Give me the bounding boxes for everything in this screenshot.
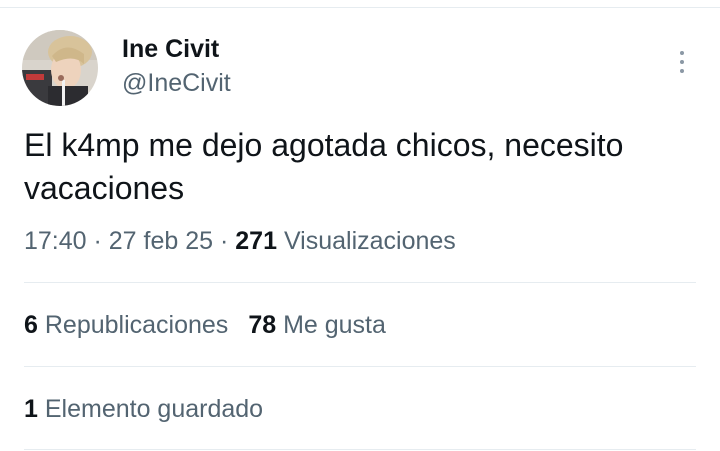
top-divider [0, 7, 720, 8]
display-name[interactable]: Ine Civit [122, 34, 219, 64]
tweet-meta: 17:40 · 27 feb 25 · 271 Visualizaciones [24, 224, 456, 258]
tweet-text-line: El k4mp me dejo agotada chicos, necesito [24, 127, 624, 163]
profile-photo [22, 30, 98, 106]
views-label: Visualizaciones [283, 227, 456, 255]
likes-stat[interactable]: 78 Me gusta [248, 311, 386, 339]
meta-separator: · [213, 227, 236, 255]
likes-label: Me gusta [283, 311, 386, 339]
views-count: 271 [235, 227, 277, 255]
more-vertical-icon[interactable] [670, 46, 694, 78]
divider [24, 449, 696, 450]
tweet-text: El k4mp me dejo agotada chicos, necesito… [24, 124, 704, 210]
engagement-stats: 6 Republicaciones 78 Me gusta [24, 308, 386, 342]
divider [24, 366, 696, 367]
reposts-stat[interactable]: 6 Republicaciones [24, 311, 228, 339]
avatar[interactable] [22, 30, 98, 106]
bookmark-stats: 1 Elemento guardado [24, 392, 263, 426]
divider [24, 282, 696, 283]
tweet-detail: Ine Civit @IneCivit El k4mp me dejo agot… [0, 0, 720, 451]
dot [680, 51, 684, 55]
bookmarks-label: Elemento guardado [44, 395, 264, 423]
likes-count: 78 [248, 311, 277, 339]
tweet-time[interactable]: 17:40 [24, 227, 87, 255]
meta-separator: · [86, 227, 109, 255]
reposts-count: 6 [24, 311, 38, 339]
reposts-label: Republicaciones [44, 311, 229, 339]
tweet-text-line: vacaciones [24, 170, 185, 206]
bookmarks-stat[interactable]: 1 Elemento guardado [24, 395, 263, 423]
dot [680, 69, 684, 73]
tweet-date[interactable]: 27 feb 25 [109, 227, 213, 255]
dot [680, 60, 684, 64]
bookmarks-count: 1 [24, 395, 38, 423]
user-handle[interactable]: @IneCivit [122, 68, 231, 98]
